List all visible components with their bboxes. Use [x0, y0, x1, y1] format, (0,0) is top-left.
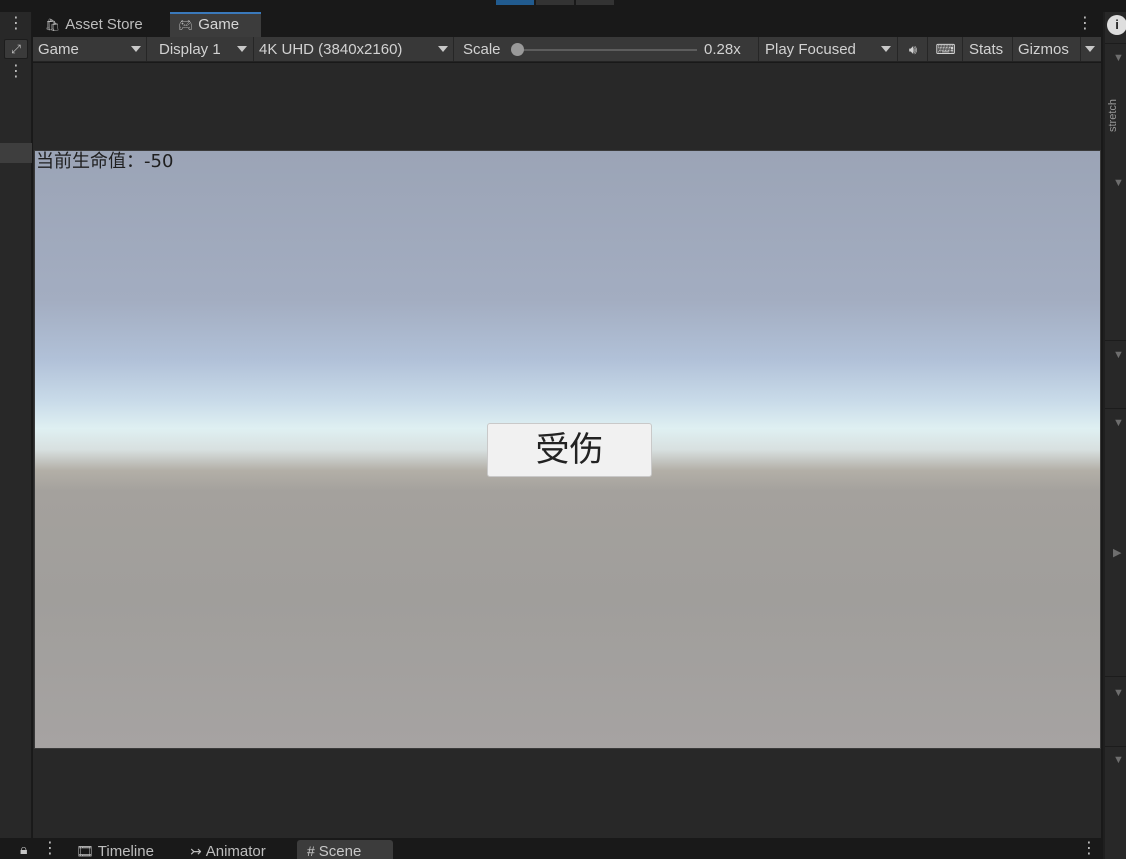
- scale-value: 0.28x: [704, 37, 759, 61]
- chevron-down-icon: [881, 46, 891, 52]
- scale-slider-track[interactable]: [515, 49, 697, 51]
- divider: [1105, 340, 1126, 341]
- tab-scene[interactable]: # Scene: [297, 840, 393, 859]
- tab-label: Scene: [318, 843, 362, 859]
- tab-game[interactable]: 🎮︎ Game: [170, 12, 261, 37]
- triangle-down-icon[interactable]: ▼: [1113, 754, 1124, 766]
- tab-asset-store[interactable]: 🛍︎ Asset Store: [33, 12, 169, 37]
- tab-label: Asset Store: [65, 16, 143, 33]
- shopping-bag-icon: 🛍︎: [45, 18, 61, 32]
- divider: [1105, 43, 1126, 44]
- view-mode-label: Game: [38, 41, 79, 58]
- resolution-dropdown[interactable]: 4K UHD (3840x2160): [255, 37, 454, 61]
- damage-button[interactable]: 受伤: [487, 423, 652, 477]
- tab-label: Game: [198, 16, 240, 33]
- info-icon[interactable]: i: [1107, 15, 1126, 35]
- tab-label: Animator: [205, 843, 266, 859]
- triangle-down-icon[interactable]: ▼: [1113, 177, 1124, 189]
- chevron-down-icon: [438, 46, 448, 52]
- game-render: 当前生命值：-50 受伤: [34, 150, 1101, 749]
- game-viewport: 当前生命值：-50 受伤: [33, 63, 1101, 838]
- play-mode-indicator: [496, 0, 534, 5]
- triangle-down-icon[interactable]: ▼: [1113, 687, 1124, 699]
- editor-tab-bar: 🛍︎ Asset Store 🎮︎ Game ⋮: [33, 12, 1101, 37]
- divider: [1105, 408, 1126, 409]
- tab-label: Timeline: [97, 843, 154, 859]
- stretch-label: stretch: [1107, 99, 1126, 154]
- triangle-down-icon[interactable]: ▼: [1113, 52, 1124, 64]
- play-mode-label: Play Focused: [765, 41, 856, 58]
- right-panel: i ▼ stretch ▼ ▼ ▼ ▶ ▼ ▼: [1102, 12, 1126, 859]
- stretch-label-text: stretch: [1107, 98, 1119, 132]
- divider: [1105, 676, 1126, 677]
- tab-timeline[interactable]: 🎞︎ Timeline: [66, 840, 176, 859]
- divider: [1105, 746, 1126, 747]
- animator-icon: ↣: [190, 843, 202, 859]
- left-panel-menu-icon[interactable]: ⋮: [0, 14, 32, 34]
- lock-icon[interactable]: 🔒︎: [20, 839, 27, 859]
- triangle-right-icon[interactable]: ▶: [1113, 546, 1121, 559]
- play-mode-dropdown[interactable]: Play Focused: [760, 37, 898, 61]
- tab-animator[interactable]: ↣ Animator: [180, 840, 292, 859]
- view-mode-dropdown[interactable]: Game: [33, 37, 147, 61]
- triangle-down-icon[interactable]: ▼: [1113, 417, 1124, 429]
- chevron-down-icon: [1085, 46, 1095, 52]
- gizmos-dropdown[interactable]: [1082, 37, 1101, 61]
- stats-button[interactable]: Stats: [964, 37, 1013, 61]
- scale-label: Scale: [463, 41, 501, 58]
- bottom-tab-bar: 🔒︎ ⋮ 🎞︎ Timeline ↣ Animator # Scene ⋮: [0, 838, 1102, 859]
- bottom-right-menu-icon[interactable]: ⋮: [1081, 839, 1097, 859]
- left-panel-options-icon[interactable]: ⋮: [0, 62, 32, 82]
- health-label: 当前生命值：-50: [36, 151, 174, 172]
- game-toolbar: Game Display 1 4K UHD (3840x2160) Scale …: [33, 37, 1101, 62]
- gizmos-button[interactable]: Gizmos: [1014, 37, 1081, 61]
- grid-icon: #: [307, 843, 315, 859]
- left-panel: ⋮ ⤢ ⋮: [0, 12, 32, 838]
- mute-audio-icon[interactable]: 🔊︎: [899, 37, 928, 61]
- triangle-down-icon[interactable]: ▼: [1113, 349, 1124, 361]
- display-label: Display 1: [159, 41, 221, 58]
- bottom-menu-icon[interactable]: ⋮: [42, 839, 58, 859]
- gamepad-icon: 🎮︎: [178, 18, 194, 32]
- step-indicator: [576, 0, 614, 5]
- resolution-label: 4K UHD (3840x2160): [259, 41, 403, 58]
- chevron-down-icon: [131, 46, 141, 52]
- display-dropdown[interactable]: Display 1: [148, 37, 254, 61]
- title-strip: [0, 0, 1126, 12]
- chevron-down-icon: [237, 46, 247, 52]
- tab-menu-icon[interactable]: ⋮: [1077, 12, 1093, 37]
- left-panel-selected-row[interactable]: [0, 143, 32, 163]
- scale-slider-handle[interactable]: [511, 43, 524, 56]
- film-icon: 🎞︎: [76, 843, 94, 859]
- maximize-icon[interactable]: ⤢: [4, 39, 28, 59]
- keyboard-icon[interactable]: ⌨︎: [929, 37, 963, 61]
- pause-indicator: [536, 0, 574, 5]
